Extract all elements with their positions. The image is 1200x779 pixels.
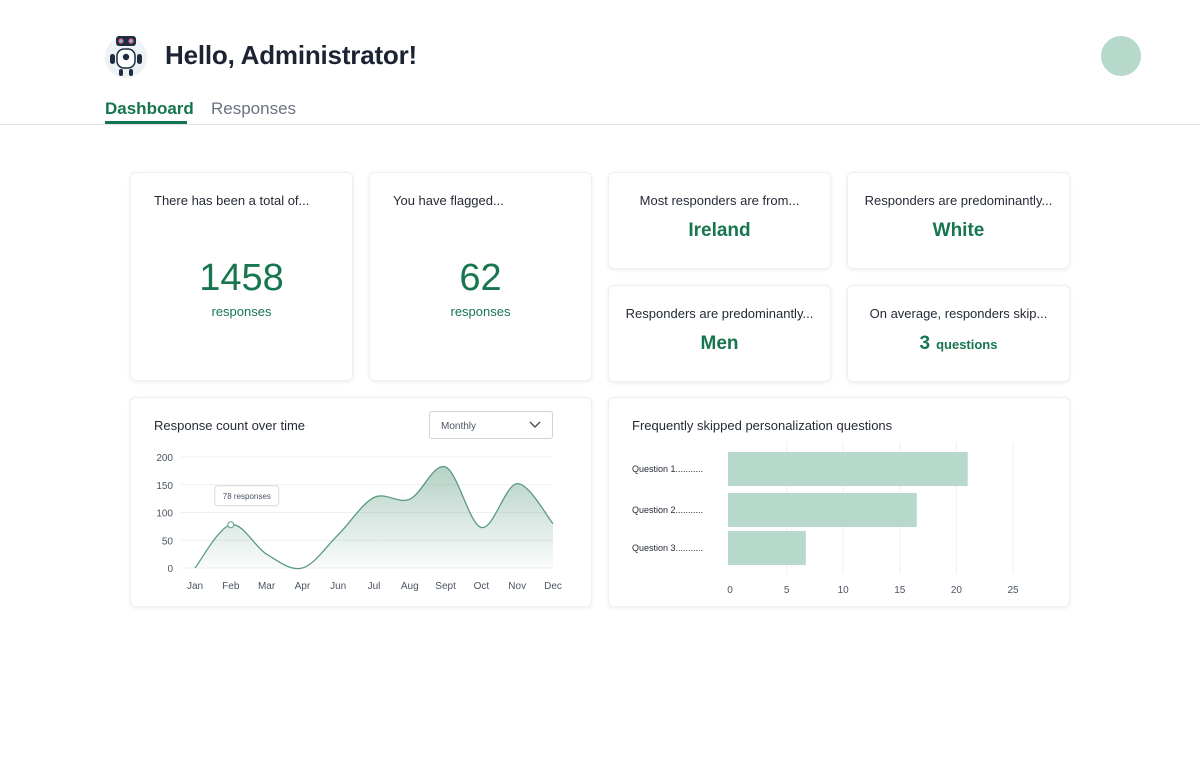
- country-value: Ireland: [688, 220, 751, 241]
- y-tick-label: Question 1...........: [632, 464, 703, 474]
- card-label: Responders are predominantly...: [864, 193, 1053, 208]
- x-tick-label: Nov: [508, 581, 526, 592]
- tooltip-text: 78 responses: [223, 492, 271, 501]
- y-tick-label: Question 3...........: [632, 543, 703, 553]
- card-label: There has been a total of...: [154, 193, 310, 208]
- x-tick-label: 20: [951, 585, 963, 596]
- y-tick-label: 0: [167, 564, 173, 575]
- tab-dashboard[interactable]: Dashboard: [105, 99, 194, 119]
- y-tick-label: 100: [156, 509, 173, 520]
- country-card: Most responders are from... Ireland: [608, 172, 831, 269]
- area-fill: [195, 466, 553, 569]
- total-responses-unit: responses: [211, 304, 272, 319]
- y-tick-label: Question 2...........: [632, 505, 703, 515]
- x-tick-label: Mar: [258, 581, 276, 592]
- x-tick-label: Aug: [401, 581, 419, 592]
- highlighted-point[interactable]: [227, 521, 235, 529]
- ethnicity-value: White: [932, 220, 985, 241]
- x-tick-label: Oct: [474, 581, 490, 592]
- skipped-questions-chart: 0 5 10 15 20 25 Question 1........... Question …: [632, 442, 1019, 596]
- response-count-chart-card: Response count over time Monthly 0 50 100 1…: [130, 397, 592, 607]
- data-point[interactable]: [547, 518, 559, 530]
- data-point[interactable]: [189, 562, 201, 574]
- data-point[interactable]: [404, 493, 416, 505]
- y-tick-label: 150: [156, 481, 173, 492]
- gender-card: Responders are predominantly... Men: [608, 285, 831, 382]
- total-responses-card: There has been a total of... 1458 respon…: [130, 172, 353, 381]
- y-tick-label: 50: [162, 536, 174, 547]
- flagged-responses-unit: responses: [450, 304, 511, 319]
- page-title: Hello, Administrator!: [165, 40, 417, 70]
- x-tick-label: Dec: [544, 581, 562, 592]
- x-tick-label: Apr: [295, 581, 311, 592]
- x-tick-label: 0: [727, 585, 733, 596]
- robot-icon: [105, 36, 147, 78]
- data-point[interactable]: [296, 562, 308, 574]
- flagged-responses-card: You have flagged... 62 responses: [369, 172, 592, 381]
- data-point[interactable]: [368, 492, 380, 504]
- tab-responses[interactable]: Responses: [211, 99, 296, 119]
- data-point[interactable]: [332, 529, 344, 541]
- card-label: Responders are predominantly...: [625, 306, 814, 321]
- card-label: On average, responders skip...: [869, 306, 1048, 321]
- x-tick-label: 5: [784, 585, 790, 596]
- skips-unit: questions: [936, 337, 998, 352]
- skips-card: On average, responders skip... 3 question…: [847, 285, 1070, 382]
- skipped-questions-chart-card: Frequently skipped personalization quest…: [608, 397, 1070, 607]
- active-tab-indicator: [105, 121, 187, 124]
- x-tick-label: Jul: [368, 581, 381, 592]
- x-tick-label: 10: [838, 585, 850, 596]
- flagged-responses-value: 62: [459, 257, 502, 299]
- y-tick-label: 200: [156, 453, 173, 464]
- card-label: Most responders are from...: [639, 193, 800, 208]
- bar[interactable]: [728, 493, 917, 527]
- avatar[interactable]: [1101, 36, 1141, 76]
- ethnicity-card: Responders are predominantly... White: [847, 172, 1070, 269]
- skips-value-row: 3 questions: [848, 333, 1069, 355]
- bar[interactable]: [728, 452, 968, 486]
- data-point[interactable]: [440, 461, 452, 473]
- skips-value: 3: [919, 333, 931, 354]
- data-point[interactable]: [475, 521, 487, 533]
- bar[interactable]: [728, 531, 806, 565]
- top-header: Hello, Administrator! Dashboard Response…: [0, 0, 1200, 125]
- data-point[interactable]: [511, 478, 523, 490]
- data-point[interactable]: [261, 548, 273, 560]
- x-tick-label: Jun: [330, 581, 346, 592]
- response-count-chart: 0 50 100 150 200 Jan Feb Mar Apr Jun Jul Aug Sept Oct…: [156, 453, 562, 592]
- card-label: You have flagged...: [393, 193, 504, 208]
- gender-value: Men: [700, 333, 739, 354]
- total-responses-value: 1458: [199, 257, 284, 299]
- x-tick-label: Sept: [435, 581, 456, 592]
- x-tick-label: 15: [894, 585, 906, 596]
- x-tick-label: 25: [1007, 585, 1019, 596]
- x-tick-label: Feb: [222, 581, 240, 592]
- x-tick-label: Jan: [187, 581, 203, 592]
